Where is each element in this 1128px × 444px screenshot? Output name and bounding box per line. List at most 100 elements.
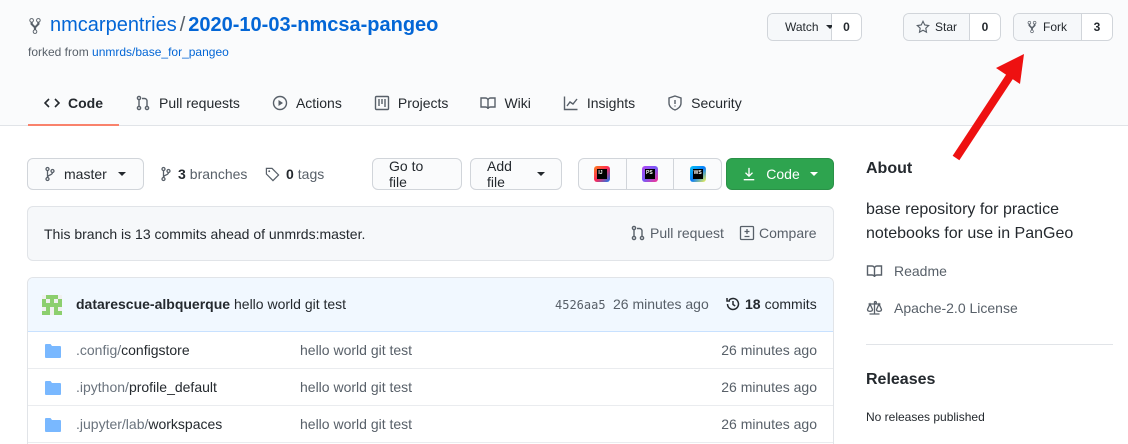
branches-count: 3 [178,166,186,182]
git-branch-icon [161,166,171,182]
folder-icon [45,418,61,432]
file-commit-message[interactable]: hello world git test [300,379,412,395]
tags-count: 0 [286,166,294,182]
commit-author-link[interactable]: datarescue-albquerque [76,296,230,312]
fork-button[interactable]: Fork [1014,14,1082,40]
branch-name: master [64,166,107,182]
commits-history-link[interactable]: 18 commits [725,296,817,312]
no-releases-text: No releases published [866,410,985,424]
tab-actions[interactable]: Actions [256,80,358,126]
add-file-label: Add file [487,158,512,190]
file-name-link[interactable]: .ipython/profile_default [76,379,217,395]
repo-title: nmcarpentries / 2020-10-03-nmcsa-pangeo [28,14,438,37]
tab-insights[interactable]: Insights [547,80,651,126]
star-action: Star 0 [903,13,1001,41]
tab-wiki-label: Wiki [504,95,531,111]
folder-icon [45,381,61,395]
file-commit-message[interactable]: hello world git test [300,416,412,432]
commit-message-link[interactable]: hello world git test [234,296,346,312]
tab-pull-requests[interactable]: Pull requests [119,80,256,126]
open-in-phpstorm-button[interactable]: PS [627,159,675,189]
branches-label: branches [189,166,248,182]
file-path-prefix: .config/ [76,342,122,358]
add-file-button[interactable]: Add file [470,158,562,190]
branch-ahead-message: This branch is 13 commits ahead of unmrd… [44,226,366,242]
avatar[interactable] [42,295,62,315]
tab-code[interactable]: Code [28,80,119,126]
phpstorm-icon-letters: PS [646,170,653,176]
book-icon [480,97,497,110]
file-name: profile_default [128,379,217,395]
tags-link[interactable]: 0 tags [265,158,324,190]
commit-time: 26 minutes ago [613,296,709,312]
readme-label: Readme [894,263,947,279]
pull-request-link[interactable]: Pull request [630,225,724,241]
watch-label: Watch [785,20,819,34]
latest-commit-bar: datarescue-albquerque hello world git te… [28,278,833,332]
go-to-file-button[interactable]: Go to file [372,158,462,190]
pull-request-label: Pull request [650,225,724,241]
star-button[interactable]: Star [904,14,971,40]
diff-icon [739,225,755,241]
open-in-webstorm-button[interactable]: WS [674,159,721,189]
star-count[interactable]: 0 [970,14,1000,40]
code-icon [44,98,60,108]
table-row[interactable]: .jupyter/lab/workspaces hello world git … [28,406,833,443]
file-commit-time: 26 minutes ago [721,379,817,395]
commits-label: commits [764,296,817,312]
pull-request-icon [136,95,150,111]
tab-code-label: Code [68,95,103,111]
phpstorm-icon: PS [642,166,658,182]
license-link[interactable]: Apache-2.0 License [866,300,1018,316]
shield-icon [668,95,682,111]
tab-projects[interactable]: Projects [358,80,465,126]
tab-wiki[interactable]: Wiki [464,80,546,126]
watch-button[interactable]: Watch [768,14,834,40]
watch-count[interactable]: 0 [832,14,861,40]
fork-action: Fork 3 [1013,13,1113,41]
file-commit-message[interactable]: hello world git test [300,342,412,358]
readme-link[interactable]: Readme [866,263,947,279]
tags-label: tags [297,166,325,182]
history-icon [726,297,740,311]
tab-security[interactable]: Security [651,80,758,126]
file-name: workspaces [148,416,223,432]
branch-select-button[interactable]: master [27,158,144,190]
repo-description: base repository for practice notebooks f… [866,201,1074,242]
compare-link[interactable]: Compare [739,225,817,241]
intellij-icon-letters: IJ [598,170,603,176]
git-branch-icon [45,166,55,182]
table-row[interactable]: .config/configstore hello world git test… [28,332,833,369]
file-name-link[interactable]: .config/configstore [76,342,190,358]
branches-link[interactable]: 3 branches [160,158,247,190]
repo-forked-icon [29,17,41,34]
file-name: configstore [121,342,190,358]
fork-icon [1027,20,1037,34]
forked-from-link[interactable]: unmrds/base_for_pangeo [92,45,229,59]
code-download-button[interactable]: Code [726,158,834,190]
chevron-down-icon [117,172,126,176]
file-name-link[interactable]: .jupyter/lab/workspaces [76,416,222,432]
fork-count[interactable]: 3 [1081,14,1112,40]
repo-path-separator: / [179,14,186,36]
graph-icon [563,96,578,111]
red-arrow-annotation [952,54,1024,161]
folder-icon [45,344,61,358]
branch-ahead-banner: This branch is 13 commits ahead of unmrd… [27,206,834,261]
repo-owner-link[interactable]: nmcarpentries [50,14,177,37]
tab-actions-label: Actions [295,95,342,111]
project-icon [374,95,390,111]
intellij-icon: IJ [594,166,611,182]
table-row[interactable]: .ipython/profile_default hello world git… [28,369,833,406]
file-commit-time: 26 minutes ago [721,342,817,358]
license-label: Apache-2.0 License [894,300,1018,316]
repo-name-link[interactable]: 2020-10-03-nmcsa-pangeo [188,14,438,37]
pull-request-icon [631,225,645,241]
book-icon [866,265,883,278]
open-in-intellij-button[interactable]: IJ [579,159,627,189]
chevron-down-icon [809,172,818,176]
commit-sha-link[interactable]: 4526aa5 [555,298,606,312]
tab-pull-requests-label: Pull requests [159,95,240,111]
play-icon [272,95,288,111]
releases-heading[interactable]: Releases [866,371,935,389]
